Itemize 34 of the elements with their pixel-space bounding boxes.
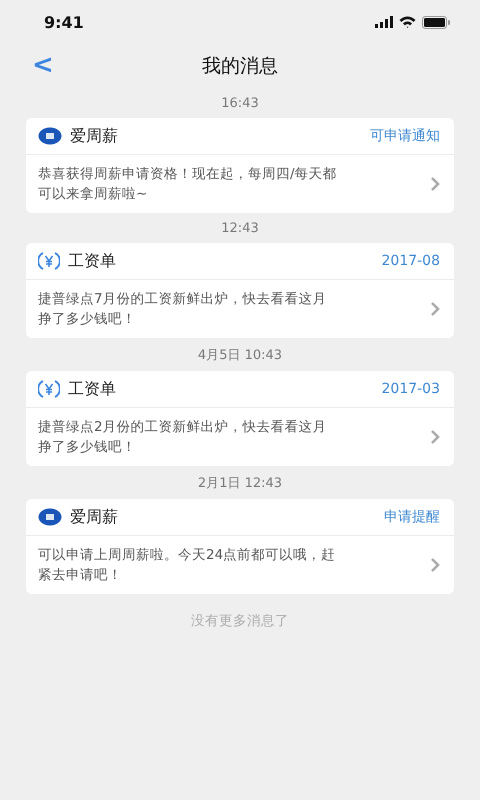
message-tag: 申请提醒 [384,508,440,526]
message-text: 捷普绿点7月份的工资新鲜出炉，快去看看这月挣了多少钱吧！ [38,290,328,329]
chevron-right-icon [430,557,440,573]
app-logo-icon [38,508,62,526]
battery-icon [422,16,450,28]
yuan-icon [38,379,60,399]
message-time: 16:43 [221,96,259,111]
message-text: 恭喜获得周薪申请资格！现在起，每周四/每天都可以来拿周薪啦~ [38,165,338,204]
status-time: 9:41 [44,12,84,32]
chevron-right-icon [430,301,440,317]
app-logo-icon [38,127,62,145]
message-source: 工资单 [68,250,117,272]
no-more-messages-text: 没有更多消息了 [190,612,290,630]
message-card[interactable]: 爱周薪 申请提醒 可以申请上周周薪啦。今天24点前都可以哦，赶紧去申请吧！ [26,499,454,594]
message-source: 爱周薪 [70,126,119,146]
message-source: 爱周薪 [70,506,119,528]
message-time: 12:43 [221,221,259,236]
signal-icon [375,16,393,28]
message-card[interactable]: 工资单 2017-03 捷普绿点2月份的工资新鲜出炉，快去看看这月挣了多少钱吧！ [26,371,454,466]
message-card[interactable]: 爱周薪 可申请通知 恭喜获得周薪申请资格！现在起，每周四/每天都可以来拿周薪啦~ [26,118,454,213]
chevron-right-icon [430,429,440,445]
chevron-right-icon [430,176,440,192]
yuan-icon [38,251,60,271]
message-card[interactable]: 工资单 2017-08 捷普绿点7月份的工资新鲜出炉，快去看看这月挣了多少钱吧！ [26,243,454,338]
wifi-icon [399,16,416,28]
message-text: 可以申请上周周薪啦。今天24点前都可以哦，赶紧去申请吧！ [38,546,336,585]
message-source: 工资单 [68,378,117,400]
page-title: 我的消息 [202,54,278,79]
message-text: 捷普绿点2月份的工资新鲜出炉，快去看看这月挣了多少钱吧！ [38,418,328,457]
message-tag: 2017-03 [382,381,440,397]
message-tag: 2017-08 [382,253,440,269]
message-tag: 可申请通知 [370,127,440,145]
message-time: 2月1日 12:43 [198,475,282,492]
message-time: 4月5日 10:43 [198,347,282,364]
